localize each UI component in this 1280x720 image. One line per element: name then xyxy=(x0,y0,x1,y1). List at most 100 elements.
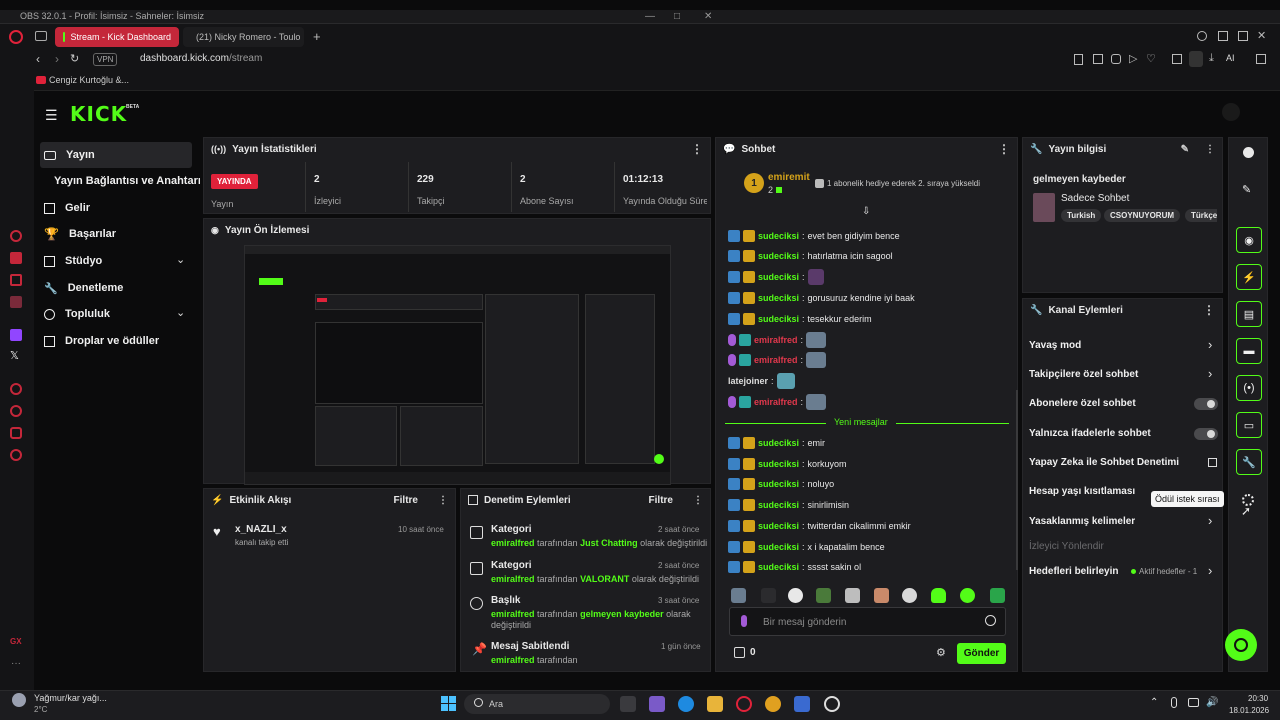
subscribers-only-toggle[interactable] xyxy=(1194,398,1218,410)
quick-action-broadcast[interactable]: (•) xyxy=(1236,375,1262,401)
action-followers-only[interactable]: Takipçilere özel sohbet xyxy=(1029,369,1138,380)
app-icon[interactable] xyxy=(649,696,665,712)
top-gifter-name[interactable]: emiremit xyxy=(768,172,810,183)
maximize-icon[interactable]: □ xyxy=(674,11,680,22)
heart-icon[interactable]: ♡ xyxy=(1146,52,1156,65)
quick-action-raid[interactable]: ⚡ xyxy=(1236,264,1262,290)
edge-icon[interactable] xyxy=(678,696,694,712)
sidebar-item-droplar[interactable]: Droplar ve ödüller xyxy=(40,328,192,354)
chevron-down-icon[interactable]: ⌄ xyxy=(176,253,185,266)
forward-icon[interactable]: › xyxy=(55,52,59,66)
emote-button[interactable] xyxy=(788,588,803,603)
chat-scrollbar[interactable] xyxy=(1016,390,1018,570)
weather-text[interactable]: Yağmur/kar yağı... xyxy=(34,693,107,703)
info-icon[interactable] xyxy=(1243,147,1254,158)
task-view-icon[interactable] xyxy=(620,696,636,712)
stream-preview-video[interactable] xyxy=(244,245,671,485)
pin-icon[interactable] xyxy=(1074,54,1083,65)
support-button[interactable] xyxy=(1225,629,1257,661)
emote-button[interactable] xyxy=(960,588,975,603)
extensions-icon[interactable] xyxy=(1172,54,1182,64)
emote-only-toggle[interactable] xyxy=(1194,428,1218,440)
action-slow-mode[interactable]: Yavaş mod xyxy=(1029,340,1081,351)
chevron-right-icon[interactable]: › xyxy=(1208,337,1212,352)
close-icon[interactable]: ✕ xyxy=(1257,29,1266,42)
emote-button[interactable] xyxy=(761,588,776,603)
settings-icon[interactable] xyxy=(10,449,22,461)
minimize-icon[interactable]: — xyxy=(645,11,655,22)
url-field[interactable]: dashboard.kick.com/stream xyxy=(140,53,262,64)
emoji-icon[interactable] xyxy=(985,615,996,626)
x-icon[interactable]: 𝕏 xyxy=(10,349,19,362)
ai-button[interactable]: AI xyxy=(1226,53,1235,63)
chevron-up-icon[interactable]: ⌃ xyxy=(1150,697,1158,708)
sidebar-app-icon[interactable] xyxy=(10,230,22,242)
tag-chip[interactable]: Türkçe xyxy=(1185,209,1217,222)
chevron-right-icon[interactable]: › xyxy=(1208,563,1212,578)
gx-control-icon[interactable] xyxy=(1189,51,1203,67)
sidebar-app-icon[interactable] xyxy=(10,296,22,308)
points-icon[interactable] xyxy=(734,647,745,658)
chevron-right-icon[interactable]: › xyxy=(1208,366,1212,381)
sidebar-item-denetleme[interactable]: 🔧 Denetleme xyxy=(40,275,192,301)
chrome-icon[interactable] xyxy=(765,696,781,712)
quick-action-card[interactable]: ▭ xyxy=(1236,412,1262,438)
reload-icon[interactable]: ↻ xyxy=(70,52,79,65)
clock-time[interactable]: 20:30 xyxy=(1248,694,1268,703)
vpn-badge[interactable]: VPN xyxy=(93,53,118,66)
sidebar-item-gelir[interactable]: Gelir xyxy=(40,195,192,221)
clock-date[interactable]: 18.01.2026 xyxy=(1229,706,1269,715)
filter-button[interactable]: Filtre xyxy=(649,495,673,506)
sidebar-item-basarilar[interactable]: 🏆 Başarılar xyxy=(40,221,192,247)
chat-settings-icon[interactable]: ⚙ xyxy=(936,646,946,659)
windows-start-icon[interactable] xyxy=(441,696,456,711)
twitch-icon[interactable] xyxy=(10,329,22,341)
pencil-icon[interactable]: ✎ xyxy=(1242,183,1251,196)
quick-action-chat[interactable]: ▬ xyxy=(1236,338,1262,364)
kebab-menu-icon[interactable]: ⋮ xyxy=(1205,144,1215,155)
back-icon[interactable]: ‹ xyxy=(36,52,40,66)
action-ai-moderation[interactable]: Yapay Zeka ile Sohbet Denetimi xyxy=(1029,457,1179,468)
bookmark-item[interactable]: Cengiz Kurtoğlu &... xyxy=(49,75,129,85)
emote-button[interactable] xyxy=(990,588,1005,603)
microphone-icon[interactable] xyxy=(1171,697,1177,708)
new-tab-button[interactable]: + xyxy=(313,29,321,44)
sidebar-app-icon[interactable] xyxy=(10,274,22,286)
quick-action-tools[interactable]: 🔧 xyxy=(1236,449,1262,475)
sidebar-app-icon[interactable] xyxy=(10,427,22,439)
close-icon[interactable]: ✕ xyxy=(704,11,712,22)
action-goals[interactable]: Hedefleri belirleyin xyxy=(1029,566,1118,577)
kebab-menu-icon[interactable]: ⋮ xyxy=(693,495,703,506)
filter-button[interactable]: Filtre xyxy=(394,495,418,506)
quick-action-notes[interactable]: ▤ xyxy=(1236,301,1262,327)
action-account-age[interactable]: Hesap yaşı kısıtlaması xyxy=(1029,486,1135,497)
sidebar-app-icon[interactable] xyxy=(10,383,22,395)
sidebar-item-stream-key[interactable]: Yayın Bağlantısı ve Anahtarı xyxy=(50,168,200,194)
external-link-icon[interactable] xyxy=(1208,458,1217,467)
emote-button[interactable] xyxy=(816,588,831,603)
volume-icon[interactable]: 🔊 xyxy=(1206,697,1218,708)
opera-gx-icon[interactable] xyxy=(736,696,752,712)
category-name[interactable]: Sadece Sohbet xyxy=(1061,193,1129,204)
tab-menu-icon[interactable] xyxy=(35,31,47,41)
store-icon[interactable] xyxy=(794,696,810,712)
kebab-menu-icon[interactable]: ⋮ xyxy=(998,142,1010,156)
emote-button[interactable] xyxy=(731,588,746,603)
emote-button[interactable] xyxy=(845,588,860,603)
chevron-right-icon[interactable]: › xyxy=(1208,513,1212,528)
minimize-icon[interactable] xyxy=(1218,31,1228,41)
activity-user[interactable]: x_NAZLI_x xyxy=(235,524,287,535)
profile-avatar[interactable] xyxy=(1222,103,1240,121)
category-thumbnail[interactable] xyxy=(1033,193,1055,222)
tag-chip[interactable]: Turkish xyxy=(1061,209,1102,222)
action-banned-words[interactable]: Yasaklanmış kelimeler xyxy=(1029,516,1135,527)
kebab-menu-icon[interactable]: ⋮ xyxy=(438,495,448,506)
gx-icon[interactable]: GX xyxy=(10,637,22,646)
chevron-down-icon[interactable]: ⌄ xyxy=(176,306,185,319)
emote-button[interactable] xyxy=(931,588,946,603)
emote-button[interactable] xyxy=(874,588,889,603)
play-icon[interactable]: ▷ xyxy=(1129,52,1137,65)
quick-action-clip[interactable]: ◉ xyxy=(1236,227,1262,253)
kick-logo[interactable]: KICK xyxy=(70,102,127,126)
sidebar-item-topluluk[interactable]: Topluluk xyxy=(40,301,192,327)
